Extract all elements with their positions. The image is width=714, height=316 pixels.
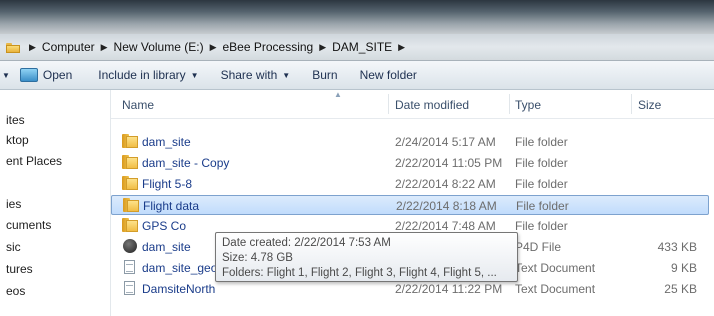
nav-item-pictures[interactable]: tures [6, 262, 33, 276]
folder-icon [122, 176, 138, 190]
column-divider[interactable] [631, 94, 632, 114]
file-row-damsitenorth[interactable]: DamsiteNorth 2/22/2014 11:22 PM Text Doc… [111, 279, 709, 299]
column-size[interactable]: Size [638, 98, 661, 112]
file-list: ▲ Name Date modified Type Size dam_site … [111, 90, 714, 316]
chevron-right-icon[interactable]: ▶ [101, 42, 108, 53]
chevron-right-icon[interactable]: ▶ [210, 42, 217, 53]
file-row-dam-site-folder[interactable]: dam_site 2/24/2014 5:17 AM File folder [111, 132, 709, 152]
column-name[interactable]: Name [122, 98, 154, 112]
organize-dropdown-arrow[interactable]: ▼ [2, 71, 10, 80]
folder-icon [122, 134, 138, 148]
column-date-modified[interactable]: Date modified [395, 98, 469, 112]
column-divider[interactable] [388, 94, 389, 114]
address-bar[interactable]: ▶ Computer ▶ New Volume (E:) ▶ eBee Proc… [0, 34, 714, 61]
file-type: Text Document [515, 282, 596, 296]
folder-icon [6, 42, 20, 53]
file-name: Flight 5-8 [142, 177, 193, 191]
chevron-right-icon[interactable]: ▶ [319, 42, 326, 53]
navigation-pane: ites ktop ent Places ies cuments sic tur… [0, 90, 111, 316]
burn-label: Burn [312, 68, 338, 82]
breadcrumb-dam-site[interactable]: DAM_SITE [332, 40, 392, 54]
file-name: GPS Co [142, 219, 187, 233]
folder-icon [123, 198, 139, 212]
file-name: dam_site [142, 240, 191, 254]
new-folder-button[interactable]: New folder [360, 68, 417, 82]
window-title-glass [0, 0, 714, 34]
column-divider[interactable] [509, 94, 510, 114]
chevron-right-icon[interactable]: ▶ [29, 42, 36, 53]
nav-item-libraries[interactable]: ies [6, 197, 21, 211]
new-folder-label: New folder [359, 68, 417, 82]
breadcrumb[interactable]: ▶ Computer ▶ New Volume (E:) ▶ eBee Proc… [6, 36, 419, 58]
column-type[interactable]: Type [515, 98, 541, 112]
file-date: 2/22/2014 7:48 AM [395, 219, 496, 233]
folder-icon [122, 218, 138, 232]
open-label: Open [42, 68, 73, 82]
file-size: 9 KB [670, 261, 697, 275]
text-document-icon [122, 260, 138, 274]
nav-item-videos[interactable]: eos [6, 284, 25, 298]
burn-button[interactable]: Burn [312, 68, 337, 82]
file-row-dam-site-copy[interactable]: dam_site - Copy 2/22/2014 11:05 PM File … [111, 153, 709, 173]
tooltip-size: Size: 4.78 GB [222, 252, 293, 264]
open-icon [19, 68, 38, 82]
file-type: File folder [515, 135, 568, 149]
file-type: Text Document [515, 261, 596, 275]
nav-item-favorites[interactable]: ites [6, 113, 25, 127]
nav-item-documents[interactable]: cuments [6, 218, 51, 232]
file-type: P4D File [515, 240, 562, 254]
include-in-library-button[interactable]: Include in library ▼ [98, 68, 198, 82]
file-type: File folder [515, 156, 568, 170]
breadcrumb-computer[interactable]: Computer [42, 40, 95, 54]
file-date: 2/24/2014 5:17 AM [395, 135, 496, 149]
command-bar: ▼ Open Include in library ▼ Share with ▼… [0, 61, 714, 90]
file-name: dam_site [142, 135, 191, 149]
chevron-right-icon[interactable]: ▶ [398, 42, 405, 53]
tooltip-folders: Folders: Flight 1, Flight 2, Flight 3, F… [222, 267, 497, 279]
file-date: 2/22/2014 8:18 AM [396, 199, 497, 213]
nav-item-recent-places[interactable]: ent Places [6, 154, 62, 168]
chevron-down-icon: ▼ [282, 70, 291, 80]
file-name: dam_site_geo [142, 261, 218, 275]
file-row-flight-data[interactable]: Flight data 2/22/2014 8:18 AM File folde… [111, 195, 709, 215]
pix4d-icon [122, 239, 138, 253]
file-size: 25 KB [664, 282, 697, 296]
share-with-button[interactable]: Share with ▼ [221, 68, 291, 82]
sort-ascending-icon: ▲ [334, 90, 342, 99]
file-type: File folder [515, 219, 568, 233]
open-button[interactable]: Open [19, 68, 73, 82]
chevron-down-icon: ▼ [190, 70, 199, 80]
text-document-icon [122, 281, 138, 295]
breadcrumb-ebee-processing[interactable]: eBee Processing [222, 40, 313, 54]
file-date: 2/22/2014 11:22 PM [395, 282, 503, 296]
tooltip-date-created: Date created: 2/22/2014 7:53 AM [222, 237, 391, 249]
column-header-row: ▲ Name Date modified Type Size [111, 90, 714, 119]
file-name: Flight data [143, 199, 200, 213]
nav-item-music[interactable]: sic [6, 240, 21, 254]
file-date: 2/22/2014 8:22 AM [395, 177, 496, 191]
file-name: DamsiteNorth [142, 282, 216, 296]
file-date: 2/22/2014 11:05 PM [395, 156, 503, 170]
breadcrumb-volume[interactable]: New Volume (E:) [114, 40, 204, 54]
include-in-library-label: Include in library [98, 68, 186, 82]
folder-info-tooltip: Date created: 2/22/2014 7:53 AM Size: 4.… [215, 232, 518, 282]
nav-item-desktop[interactable]: ktop [6, 133, 29, 147]
file-type: File folder [515, 177, 568, 191]
share-with-label: Share with [220, 68, 278, 82]
file-type: File folder [516, 199, 569, 213]
file-size: 433 KB [657, 240, 697, 254]
file-name: dam_site - Copy [142, 156, 230, 170]
file-row-flight-5-8[interactable]: Flight 5-8 2/22/2014 8:22 AM File folder [111, 174, 709, 194]
folder-icon [122, 155, 138, 169]
